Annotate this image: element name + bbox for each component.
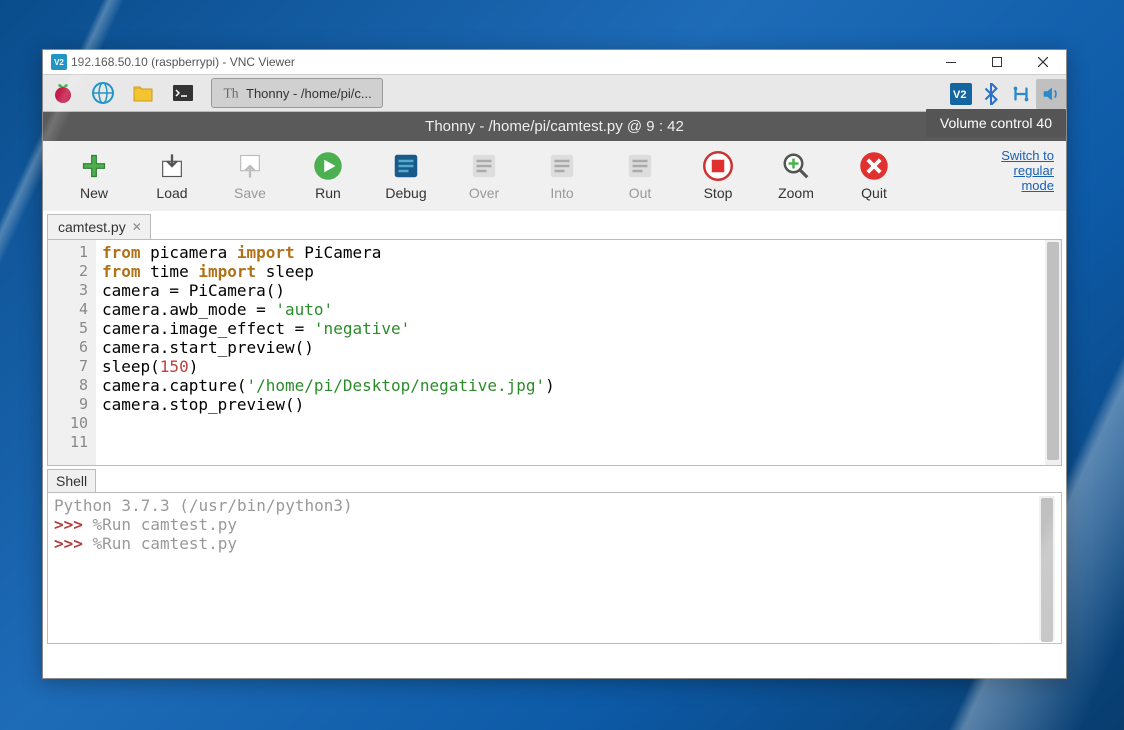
maximize-button[interactable] xyxy=(974,50,1020,75)
out-button: Out xyxy=(601,145,679,207)
bluetooth-icon[interactable] xyxy=(976,79,1006,109)
stop-icon xyxy=(703,151,733,181)
save-icon xyxy=(235,151,265,181)
terminal-icon[interactable] xyxy=(164,77,202,110)
shell-tab-strip: Shell xyxy=(47,466,1062,492)
close-tab-icon[interactable]: ✕ xyxy=(132,220,142,234)
play-icon xyxy=(313,151,343,181)
line-number-gutter: 1234567891011 xyxy=(48,240,96,465)
raspberrypi-taskbar: Th Thonny - /home/pi/c... V2 Volume cont… xyxy=(43,75,1066,112)
raspberry-menu-icon[interactable] xyxy=(44,77,82,110)
shell-scrollbar[interactable] xyxy=(1039,496,1055,640)
shell-panel[interactable]: Python 3.7.3 (/usr/bin/python3)>>> %Run … xyxy=(47,492,1062,644)
debug-button[interactable]: Debug xyxy=(367,145,445,207)
file-tab[interactable]: camtest.py ✕ xyxy=(47,214,151,239)
editor-tab-strip: camtest.py ✕ xyxy=(47,211,1062,239)
stop-button[interactable]: Stop xyxy=(679,145,757,207)
switch-mode-link[interactable]: Switch to regular mode xyxy=(1001,149,1054,194)
new-button[interactable]: New xyxy=(55,145,133,207)
tool-label: Debug xyxy=(385,185,426,201)
thonny-toolbar: New Load Save Run Debug Over Into Out xyxy=(43,141,1066,211)
tool-label: Run xyxy=(315,185,341,201)
zoom-button[interactable]: Zoom xyxy=(757,145,835,207)
quit-button[interactable]: Quit xyxy=(835,145,913,207)
minimize-button[interactable] xyxy=(928,50,974,75)
over-button: Over xyxy=(445,145,523,207)
step-over-icon xyxy=(469,151,499,181)
code-content[interactable]: from picamera import PiCamerafrom time i… xyxy=(96,240,1045,465)
step-into-icon xyxy=(547,151,577,181)
volume-tooltip: Volume control 40 xyxy=(926,109,1066,137)
vnc-app-icon: V2 xyxy=(51,54,67,70)
debug-icon xyxy=(391,151,421,181)
svg-text:V2: V2 xyxy=(953,89,966,101)
save-button[interactable]: Save xyxy=(211,145,289,207)
svg-text:Th: Th xyxy=(224,86,239,101)
tool-label: Into xyxy=(550,185,573,201)
tool-label: Over xyxy=(469,185,499,201)
taskbar-item-label: Thonny - /home/pi/c... xyxy=(246,86,372,101)
run-button[interactable]: Run xyxy=(289,145,367,207)
code-editor[interactable]: 1234567891011 from picamera import PiCam… xyxy=(47,239,1062,466)
step-out-icon xyxy=(625,151,655,181)
volume-icon[interactable] xyxy=(1036,79,1066,109)
taskbar-item-thonny[interactable]: Th Thonny - /home/pi/c... xyxy=(211,78,383,108)
tool-label: Zoom xyxy=(778,185,814,201)
shell-content[interactable]: Python 3.7.3 (/usr/bin/python3)>>> %Run … xyxy=(54,496,1039,640)
thonny-title-text: Thonny - /home/pi/camtest.py @ 9 : 42 xyxy=(425,118,684,135)
tool-label: Quit xyxy=(861,185,887,201)
zoom-icon xyxy=(781,151,811,181)
network-icon[interactable] xyxy=(1006,79,1036,109)
scrollbar-thumb[interactable] xyxy=(1047,242,1059,460)
tool-label: Stop xyxy=(704,185,733,201)
tool-label: Load xyxy=(156,185,187,201)
vnc-titlebar: V2 192.168.50.10 (raspberrypi) - VNC Vie… xyxy=(43,50,1066,75)
tool-label: Save xyxy=(234,185,266,201)
vnc-viewer-window: V2 192.168.50.10 (raspberrypi) - VNC Vie… xyxy=(42,49,1067,679)
file-manager-icon[interactable] xyxy=(124,77,162,110)
editor-scrollbar[interactable] xyxy=(1045,240,1061,465)
web-browser-icon[interactable] xyxy=(84,77,122,110)
load-icon xyxy=(157,151,187,181)
close-button[interactable] xyxy=(1020,50,1066,75)
tool-label: Out xyxy=(629,185,652,201)
file-tab-label: camtest.py xyxy=(58,219,126,235)
quit-icon xyxy=(859,151,889,181)
scrollbar-thumb[interactable] xyxy=(1041,498,1053,642)
into-button: Into xyxy=(523,145,601,207)
plus-icon xyxy=(79,151,109,181)
tool-label: New xyxy=(80,185,108,201)
vnc-tray-icon[interactable]: V2 xyxy=(946,79,976,109)
shell-tab[interactable]: Shell xyxy=(47,469,96,492)
load-button[interactable]: Load xyxy=(133,145,211,207)
vnc-window-title: 192.168.50.10 (raspberrypi) - VNC Viewer xyxy=(71,55,295,69)
thonny-titlebar: Thonny - /home/pi/camtest.py @ 9 : 42 xyxy=(43,112,1066,141)
